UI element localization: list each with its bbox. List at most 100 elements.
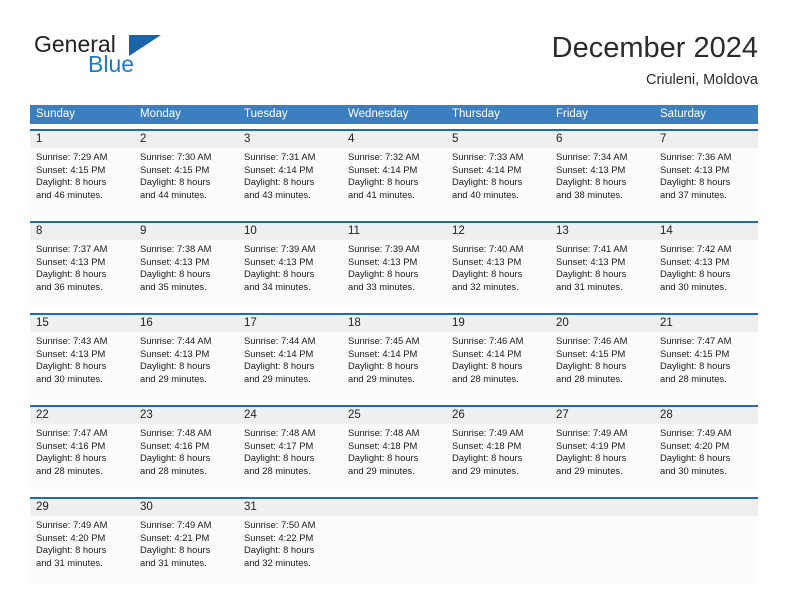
sunrise-text: Sunrise: 7:34 AM [556, 151, 628, 162]
daylight-line1: Daylight: 8 hours [660, 268, 731, 280]
sunrise-text: Sunrise: 7:32 AM [348, 151, 420, 162]
day-number[interactable]: 19 [446, 315, 550, 332]
day-number[interactable]: 26 [446, 407, 550, 424]
day-cell[interactable]: Sunrise: 7:30 AM Sunset: 4:15 PM Dayligh… [134, 148, 238, 216]
day-cell[interactable]: Sunrise: 7:43 AM Sunset: 4:13 PM Dayligh… [30, 332, 134, 400]
day-cell[interactable]: Sunrise: 7:47 AM Sunset: 4:15 PM Dayligh… [654, 332, 758, 400]
day-number[interactable]: 8 [30, 223, 134, 240]
daylight-line1: Daylight: 8 hours [556, 176, 627, 188]
sunrise-text: Sunrise: 7:48 AM [140, 427, 212, 438]
day-cell[interactable]: Sunrise: 7:29 AM Sunset: 4:15 PM Dayligh… [30, 148, 134, 216]
day-number[interactable]: 14 [654, 223, 758, 240]
day-cell[interactable]: Sunrise: 7:40 AM Sunset: 4:13 PM Dayligh… [446, 240, 550, 308]
day-cell-empty [550, 516, 654, 584]
daylight-line1: Daylight: 8 hours [244, 268, 315, 280]
calendar-table: Sunday Monday Tuesday Wednesday Thursday… [30, 105, 758, 584]
day-cell[interactable]: Sunrise: 7:39 AM Sunset: 4:13 PM Dayligh… [238, 240, 342, 308]
day-cell[interactable]: Sunrise: 7:49 AM Sunset: 4:20 PM Dayligh… [30, 516, 134, 584]
day-cell[interactable]: Sunrise: 7:46 AM Sunset: 4:15 PM Dayligh… [550, 332, 654, 400]
sunrise-text: Sunrise: 7:30 AM [140, 151, 212, 162]
day-number[interactable]: 15 [30, 315, 134, 332]
sunrise-text: Sunrise: 7:47 AM [36, 427, 108, 438]
day-cell[interactable]: Sunrise: 7:32 AM Sunset: 4:14 PM Dayligh… [342, 148, 446, 216]
day-cell[interactable]: Sunrise: 7:42 AM Sunset: 4:13 PM Dayligh… [654, 240, 758, 308]
day-number[interactable]: 23 [134, 407, 238, 424]
day-cell[interactable]: Sunrise: 7:48 AM Sunset: 4:17 PM Dayligh… [238, 424, 342, 492]
general-blue-logo[interactable]: General Blue [34, 32, 254, 88]
day-number[interactable]: 31 [238, 499, 342, 516]
day-number[interactable]: 20 [550, 315, 654, 332]
day-number[interactable]: 4 [342, 131, 446, 148]
day-cell[interactable]: Sunrise: 7:41 AM Sunset: 4:13 PM Dayligh… [550, 240, 654, 308]
day-number[interactable]: 18 [342, 315, 446, 332]
day-number[interactable]: 13 [550, 223, 654, 240]
sunrise-text: Sunrise: 7:41 AM [556, 243, 628, 254]
day-number[interactable]: 2 [134, 131, 238, 148]
day-number[interactable]: 3 [238, 131, 342, 148]
sunrise-text: Sunrise: 7:47 AM [660, 335, 732, 346]
day-cell[interactable]: Sunrise: 7:49 AM Sunset: 4:19 PM Dayligh… [550, 424, 654, 492]
day-number[interactable]: 7 [654, 131, 758, 148]
day-number[interactable]: 5 [446, 131, 550, 148]
day-number[interactable]: 24 [238, 407, 342, 424]
day-number[interactable]: 28 [654, 407, 758, 424]
sunrise-text: Sunrise: 7:46 AM [452, 335, 524, 346]
sunset-text: Sunset: 4:13 PM [36, 347, 106, 359]
day-cell[interactable]: Sunrise: 7:47 AM Sunset: 4:16 PM Dayligh… [30, 424, 134, 492]
day-cell[interactable]: Sunrise: 7:48 AM Sunset: 4:16 PM Dayligh… [134, 424, 238, 492]
daylight-line2: and 36 minutes. [36, 280, 103, 292]
day-cell[interactable]: Sunrise: 7:36 AM Sunset: 4:13 PM Dayligh… [654, 148, 758, 216]
sunrise-text: Sunrise: 7:49 AM [140, 519, 212, 530]
day-number[interactable]: 12 [446, 223, 550, 240]
brand-name-blue: Blue [88, 51, 135, 77]
day-number[interactable]: 6 [550, 131, 654, 148]
daylight-line2: and 30 minutes. [36, 372, 103, 384]
daylight-line1: Daylight: 8 hours [140, 544, 211, 556]
daylight-line1: Daylight: 8 hours [244, 544, 315, 556]
daylight-line2: and 31 minutes. [556, 280, 623, 292]
daylight-line1: Daylight: 8 hours [556, 268, 627, 280]
day-number[interactable]: 11 [342, 223, 446, 240]
weekday-header-wednesday: Wednesday [348, 108, 409, 120]
day-cell[interactable]: Sunrise: 7:48 AM Sunset: 4:18 PM Dayligh… [342, 424, 446, 492]
daylight-line2: and 28 minutes. [452, 372, 519, 384]
week-day-number-band: 8 9 10 11 12 13 14 [30, 223, 758, 240]
day-number[interactable]: 22 [30, 407, 134, 424]
day-number[interactable]: 21 [654, 315, 758, 332]
day-cell[interactable]: Sunrise: 7:39 AM Sunset: 4:13 PM Dayligh… [342, 240, 446, 308]
day-number[interactable]: 16 [134, 315, 238, 332]
day-cell[interactable]: Sunrise: 7:45 AM Sunset: 4:14 PM Dayligh… [342, 332, 446, 400]
day-number[interactable]: 10 [238, 223, 342, 240]
sunrise-text: Sunrise: 7:50 AM [244, 519, 316, 530]
day-number[interactable]: 29 [30, 499, 134, 516]
sunset-text: Sunset: 4:14 PM [348, 163, 418, 175]
day-number[interactable]: 25 [342, 407, 446, 424]
daylight-line1: Daylight: 8 hours [140, 360, 211, 372]
day-cell[interactable]: Sunrise: 7:49 AM Sunset: 4:18 PM Dayligh… [446, 424, 550, 492]
day-cell[interactable]: Sunrise: 7:49 AM Sunset: 4:20 PM Dayligh… [654, 424, 758, 492]
day-cell[interactable]: Sunrise: 7:49 AM Sunset: 4:21 PM Dayligh… [134, 516, 238, 584]
sunrise-text: Sunrise: 7:45 AM [348, 335, 420, 346]
day-cell[interactable]: Sunrise: 7:50 AM Sunset: 4:22 PM Dayligh… [238, 516, 342, 584]
daylight-line2: and 29 minutes. [348, 464, 415, 476]
day-number[interactable]: 30 [134, 499, 238, 516]
day-cell[interactable]: Sunrise: 7:37 AM Sunset: 4:13 PM Dayligh… [30, 240, 134, 308]
sunrise-text: Sunrise: 7:37 AM [36, 243, 108, 254]
day-cell[interactable]: Sunrise: 7:38 AM Sunset: 4:13 PM Dayligh… [134, 240, 238, 308]
day-cell[interactable]: Sunrise: 7:44 AM Sunset: 4:14 PM Dayligh… [238, 332, 342, 400]
day-cell[interactable]: Sunrise: 7:33 AM Sunset: 4:14 PM Dayligh… [446, 148, 550, 216]
day-cell[interactable]: Sunrise: 7:34 AM Sunset: 4:13 PM Dayligh… [550, 148, 654, 216]
daylight-line1: Daylight: 8 hours [660, 360, 731, 372]
day-number[interactable]: 17 [238, 315, 342, 332]
day-cell[interactable]: Sunrise: 7:31 AM Sunset: 4:14 PM Dayligh… [238, 148, 342, 216]
day-number[interactable]: 1 [30, 131, 134, 148]
day-number[interactable]: 9 [134, 223, 238, 240]
week-day-number-band: 15 16 17 18 19 20 21 [30, 315, 758, 332]
day-cell[interactable]: Sunrise: 7:46 AM Sunset: 4:14 PM Dayligh… [446, 332, 550, 400]
day-number[interactable]: 27 [550, 407, 654, 424]
daylight-line2: and 40 minutes. [452, 188, 519, 200]
daylight-line2: and 29 minutes. [348, 372, 415, 384]
day-cell[interactable]: Sunrise: 7:44 AM Sunset: 4:13 PM Dayligh… [134, 332, 238, 400]
sunset-text: Sunset: 4:13 PM [140, 347, 210, 359]
week-day-number-band: 29 30 31 [30, 499, 758, 516]
